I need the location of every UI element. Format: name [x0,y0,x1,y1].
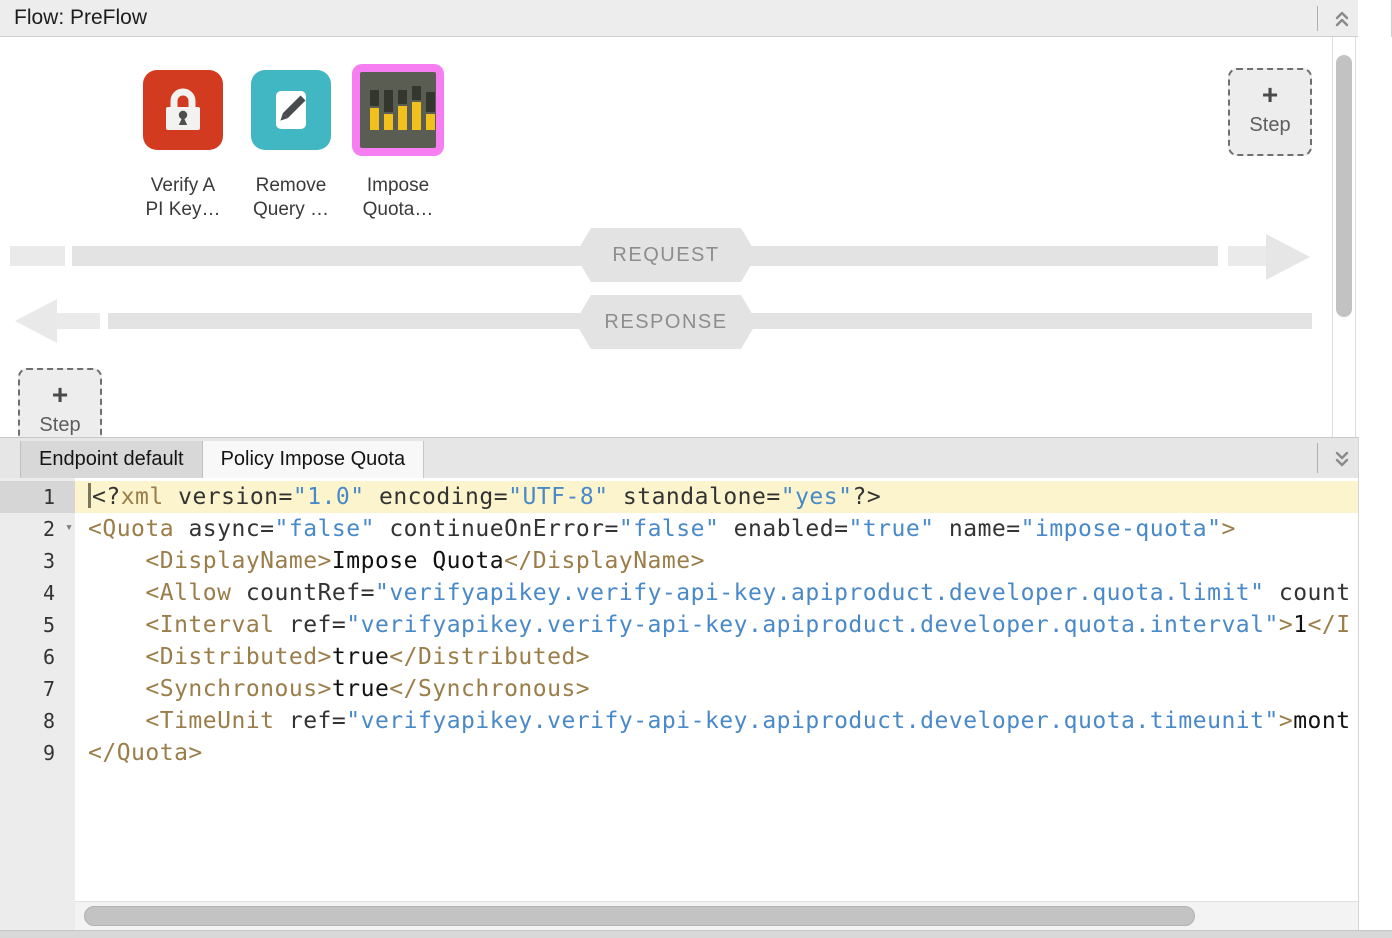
code-line[interactable]: 7 <Synchronous>true</Synchronous> [0,673,1358,705]
code-line[interactable]: 4 <Allow countRef="verifyapikey.verify-a… [0,577,1358,609]
tab-endpoint-default[interactable]: Endpoint default [20,441,203,478]
response-arrow-icon [15,299,57,343]
code-text[interactable]: </Quota> [75,737,1358,769]
flow-title: Flow: PreFlow [14,0,147,36]
flow-canvas: Verify API Key… RemoveQuery … ImposeQuot… [0,37,1392,437]
line-number: 7 [0,673,75,705]
tabbar-divider [1317,443,1318,473]
window-bottom-edge [0,930,1392,938]
policy-label-remove-query: RemoveQuery … [231,174,351,222]
code-line[interactable]: 9</Quota> [0,737,1358,769]
line-number: 2▾ [0,513,75,545]
code-line[interactable]: 1<?xml version="1.0" encoding="UTF-8" st… [0,481,1358,513]
code-text[interactable]: <Synchronous>true</Synchronous> [75,673,1358,705]
request-banner: REQUEST [575,228,757,282]
chevrons-up-icon [1333,9,1351,29]
line-number: 1 [0,481,75,513]
line-number: 4 [0,577,75,609]
line-number: 6 [0,641,75,673]
xml-code-editor[interactable]: 1<?xml version="1.0" encoding="UTF-8" st… [0,478,1392,930]
line-number: 3 [0,545,75,577]
collapse-flow-panel-button[interactable] [1327,4,1357,34]
collapse-editor-panel-button[interactable] [1327,444,1357,474]
add-step-button-request[interactable]: + Step [1228,68,1312,156]
response-banner: RESPONSE [575,295,757,349]
plus-icon: + [1230,80,1310,110]
code-text[interactable]: <?xml version="1.0" encoding="UTF-8" sta… [75,481,1358,513]
code-text[interactable]: <Interval ref="verifyapikey.verify-api-k… [75,609,1358,641]
code-text[interactable]: <Allow countRef="verifyapikey.verify-api… [75,577,1358,609]
flow-editor-window: Flow: PreFlow [0,0,1392,938]
lock-icon [159,86,207,134]
code-area[interactable]: 1<?xml version="1.0" encoding="UTF-8" st… [0,481,1358,769]
editor-right-gutter [1358,437,1392,930]
code-line[interactable]: 3 <DisplayName>Impose Quota</DisplayName… [0,545,1358,577]
policy-verify-api-key[interactable] [143,70,223,150]
code-line[interactable]: 6 <Distributed>true</Distributed> [0,641,1358,673]
code-text[interactable]: <Quota async="false" continueOnError="fa… [75,513,1358,545]
flow-title-bar: Flow: PreFlow [0,0,1358,37]
text-caret [88,483,91,508]
editor-horizontal-scrollbar [75,901,1358,930]
code-line[interactable]: 5 <Interval ref="verifyapikey.verify-api… [0,609,1358,641]
code-text[interactable]: <DisplayName>Impose Quota</DisplayName> [75,545,1358,577]
code-line[interactable]: 2▾<Quota async="false" continueOnError="… [0,513,1358,545]
titlebar-divider [1317,6,1318,31]
code-text[interactable]: <TimeUnit ref="verifyapikey.verify-api-k… [75,705,1358,737]
line-number: 5 [0,609,75,641]
response-arrow-tail [55,313,100,329]
add-step-button-response[interactable]: + Step [18,368,102,437]
fold-arrow-icon[interactable]: ▾ [65,512,73,544]
pencil-icon [267,86,315,134]
tab-policy-impose-quota[interactable]: Policy Impose Quota [203,441,425,478]
code-text[interactable]: <Distributed>true</Distributed> [75,641,1358,673]
policy-label-impose-quota: ImposeQuota… [338,174,458,222]
policy-label-verify-api-key: Verify API Key… [123,174,243,222]
policy-remove-query[interactable] [251,70,331,150]
line-number: 8 [0,705,75,737]
editor-horizontal-scrollbar-thumb[interactable] [84,906,1195,926]
policy-impose-quota-selection [352,64,444,156]
request-flow-segment [10,246,65,266]
plus-icon: + [20,380,100,410]
policy-impose-quota[interactable] [360,72,436,148]
flow-vertical-scrollbar-thumb[interactable] [1336,55,1352,317]
code-line[interactable]: 8 <TimeUnit ref="verifyapikey.verify-api… [0,705,1358,737]
request-arrow-icon [1266,234,1310,280]
editor-tab-bar: Endpoint default Policy Impose Quota [0,437,1358,478]
line-number: 9 [0,737,75,769]
flow-vertical-scrollbar [1332,37,1356,437]
request-arrow-tail [1228,246,1268,266]
chevrons-down-icon [1333,449,1351,469]
